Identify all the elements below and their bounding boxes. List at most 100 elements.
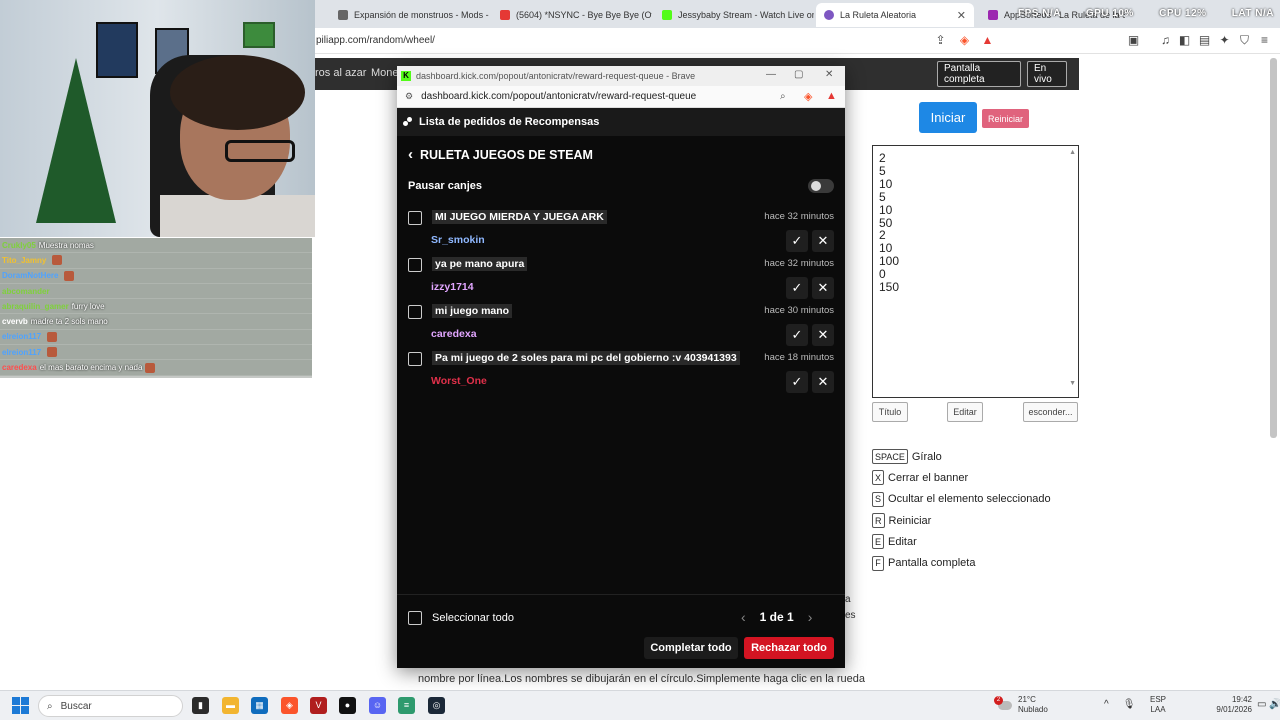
store-icon[interactable]: ▦ [251,697,268,714]
taskbar-clock[interactable]: 19:42 9/01/2026 [1212,695,1252,715]
share-icon[interactable]: ⇪ [934,34,947,47]
fullscreen-button[interactable]: Pantalla completa [937,61,1021,87]
microphone-icon[interactable]: 🎙 [1123,699,1136,710]
speaker-icon[interactable]: 🔊 [1269,699,1280,710]
shortcut-row: E Editar [872,531,1051,552]
performance-overlay: FPS N/A GPU 10% CPU 12% LAT N/A [996,8,1274,19]
minimize-icon[interactable]: — [766,69,776,80]
chat-message: caredexa el mas barato encima y nada [0,360,312,376]
complete-all-button[interactable]: Completar todo [644,637,738,659]
notification-icon[interactable]: ▭ [1257,699,1266,710]
zoom-icon[interactable]: ⌕ [780,91,786,102]
request-checkbox[interactable] [408,211,422,225]
file-explorer-icon[interactable]: ▬ [222,697,239,714]
reject-x-icon[interactable]: ✕ [812,324,834,346]
live-button[interactable]: En vivo [1027,61,1067,87]
tray-chevron-icon[interactable]: ^ [1104,699,1109,710]
reset-wheel-button[interactable]: Reiniciar [982,109,1029,128]
chat-username: abraquilin_gamer [2,301,69,311]
steam-icon[interactable]: ◎ [428,697,445,714]
tab-favicon [338,10,348,20]
nav-link-coin[interactable]: Mone [371,67,399,79]
prev-page-icon[interactable]: ‹ [741,609,746,625]
discord-icon[interactable]: ☺ [369,697,386,714]
task-view-icon[interactable]: ▮ [192,697,209,714]
next-page-icon[interactable]: › [808,609,813,625]
nav-link-random[interactable]: ros al azar [315,67,366,79]
request-username[interactable]: izzy1714 [431,281,474,293]
reject-x-icon[interactable]: ✕ [812,230,834,252]
select-all-checkbox[interactable] [408,611,422,625]
close-tab-icon[interactable]: ✕ [957,9,966,22]
title-button[interactable]: Título [872,402,908,422]
sidebar-icon[interactable]: ▣ [1127,34,1140,47]
text-fragment: es [845,610,856,621]
request-username[interactable]: Worst_One [431,375,487,387]
reject-all-button[interactable]: Rechazar todo [744,637,834,659]
windows-taskbar: ⌕ Buscar ▮ ▬ ▦ ◈ V ● ☺ ≡ ◎ 2 21°C Nublad… [0,690,1280,720]
approve-check-icon[interactable]: ✓ [786,324,808,346]
url-text[interactable]: piliapp.com/random/wheel/ [316,35,435,46]
chat-text: Muestra nomas [38,240,94,250]
tab-kick-jessybaby[interactable]: Jessybaby Stream - Watch Live on Ki [654,3,814,27]
request-username[interactable]: Sr_smokin [431,234,485,246]
taskbar-search[interactable]: ⌕ Buscar [38,695,183,717]
request-checkbox[interactable] [408,305,422,319]
brave-rewards-icon[interactable]: ▲ [981,34,994,47]
site-settings-icon[interactable]: ⚙ [405,91,413,102]
kick-icon [662,10,672,20]
vpn-icon[interactable]: ⛉ [1238,34,1251,47]
hide-button[interactable]: esconder... [1023,402,1078,422]
music-icon[interactable]: ♫ [1159,34,1172,47]
chat-message: Tito_Jamny [0,253,312,269]
chat-message: DoramNotHere [0,268,312,284]
start-wheel-button[interactable]: Iniciar [919,102,977,133]
tab-monster-expansion[interactable]: Expansión de monstruos - Mods - M [330,3,490,27]
page-scrollbar[interactable] [1270,58,1277,438]
approve-check-icon[interactable]: ✓ [786,230,808,252]
select-all-row[interactable]: Seleccionar todo [408,611,514,625]
brave-browser-icon[interactable]: ◈ [281,697,298,714]
request-username[interactable]: caredexa [431,328,477,340]
lat-stat: LAT N/A [1231,8,1274,19]
approve-check-icon[interactable]: ✓ [786,277,808,299]
notes-app-icon[interactable]: ≡ [398,697,415,714]
request-checkbox[interactable] [408,352,422,366]
streamer-hair [170,55,305,130]
chat-username: Tito_Jamny [2,255,47,265]
menu-icon[interactable]: ≡ [1258,34,1271,47]
scroll-up-icon[interactable]: ▲ [1069,147,1076,160]
approve-check-icon[interactable]: ✓ [786,371,808,393]
brave-shields-icon[interactable]: ◈ [958,34,971,47]
request-message: MI JUEGO MIERDA Y JUEGA ARK [432,210,607,224]
language-indicator[interactable]: ESP LAA [1150,695,1166,715]
pause-redemptions-toggle[interactable] [808,179,834,193]
back-arrow-icon[interactable]: ‹ [408,146,413,163]
tab-youtube-nsync[interactable]: (5604) *NSYNC - Bye Bye Bye (Of [492,3,652,27]
panel-icon[interactable]: ◧ [1178,34,1191,47]
reject-x-icon[interactable]: ✕ [812,371,834,393]
scroll-down-icon[interactable]: ▼ [1069,378,1076,391]
text-fragment: a [845,594,851,605]
edit-button[interactable]: Editar [947,402,983,422]
wheel-icon [824,10,834,20]
leo-ai-icon[interactable]: ✦ [1218,34,1231,47]
name-line: 10 [879,176,893,191]
maximize-icon[interactable]: ▢ [794,69,803,80]
popup-title-bar[interactable]: K dashboard.kick.com/popout/antonicratv/… [397,66,845,86]
obs-icon[interactable]: ● [339,697,356,714]
popup-address-bar[interactable]: ⚙ dashboard.kick.com/popout/antonicratv/… [397,86,845,108]
reject-x-icon[interactable]: ✕ [812,277,834,299]
wallet-icon[interactable]: ▤ [1198,34,1211,47]
windows-start-icon[interactable] [12,697,29,714]
chat-username: abcomander [2,286,50,296]
request-checkbox[interactable] [408,258,422,272]
tab-ruleta-aleatoria[interactable]: La Ruleta Aleatoria ✕ [816,3,974,27]
popup-url-text[interactable]: dashboard.kick.com/popout/antonicratv/re… [421,91,696,102]
brave-rewards-icon[interactable]: ▲ [826,90,837,102]
brave-shields-icon[interactable]: ◈ [804,90,812,103]
voice-app-icon[interactable]: V [310,697,327,714]
weather-widget[interactable]: 2 21°C Nublado [994,695,1048,715]
close-icon[interactable]: ✕ [825,69,833,80]
names-textarea[interactable]: 2 5 10 5 10 50 2 10 100 0 150 ▲ ▼ [872,145,1079,398]
